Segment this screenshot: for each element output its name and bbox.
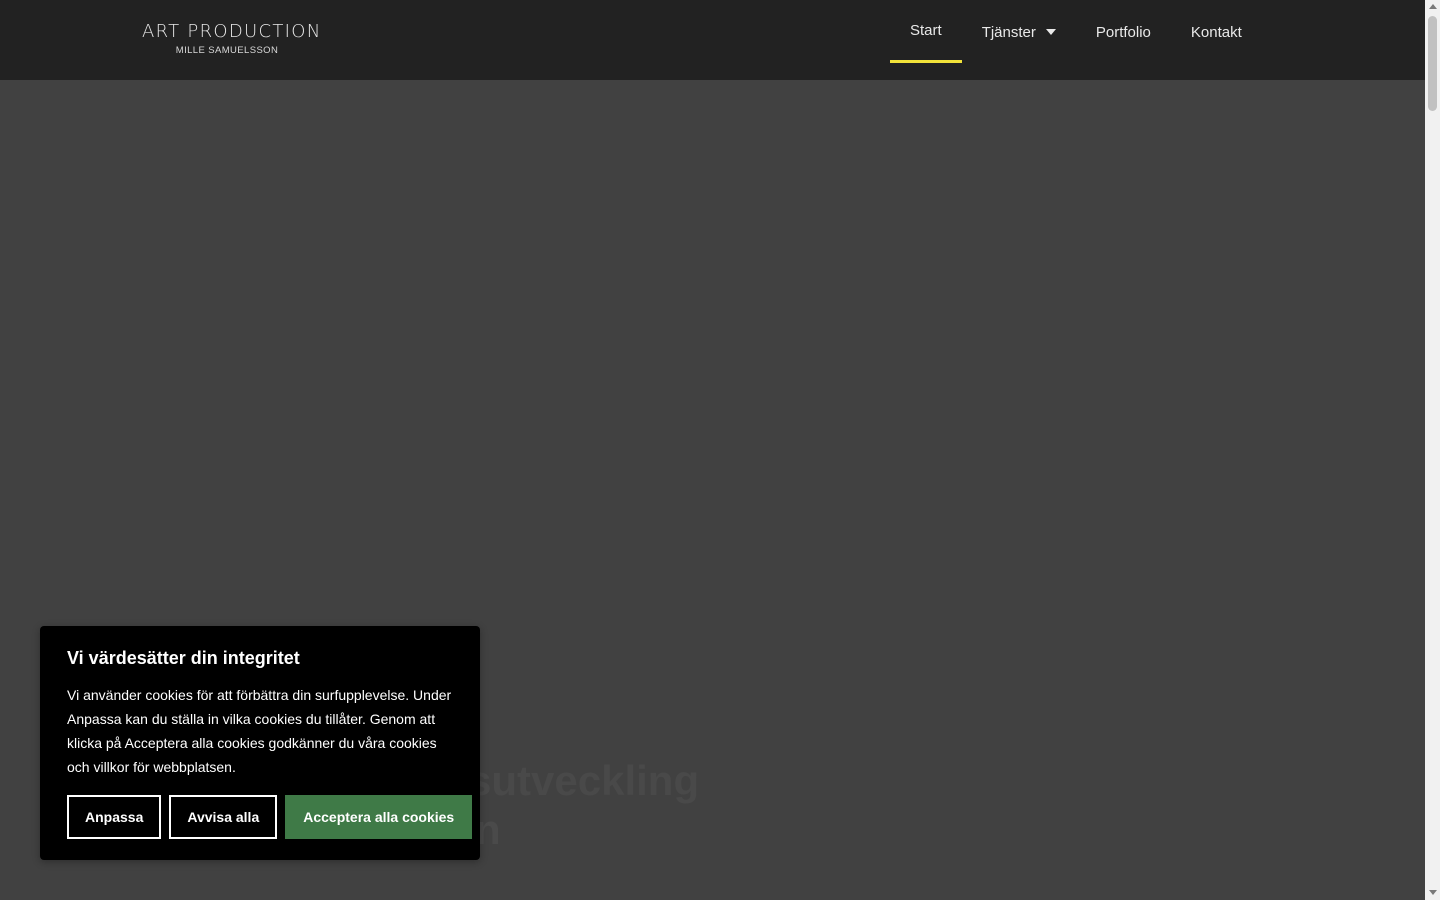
cookie-buttons: Anpassa Avvisa alla Acceptera alla cooki… xyxy=(67,795,473,839)
chevron-down-icon[interactable] xyxy=(1045,29,1056,35)
nav-item-tjanster[interactable]: Tjänster xyxy=(962,0,1076,63)
nav-item-label: Kontakt xyxy=(1190,23,1242,41)
nav-item-kontakt[interactable]: Kontakt xyxy=(1171,0,1262,63)
scrollbar-thumb[interactable] xyxy=(1428,16,1437,111)
site-logo[interactable]: ART PRODUCTION MILLE SAMUELSSON xyxy=(142,21,322,57)
cookie-consent-banner: Vi värdesätter din integritet Vi använde… xyxy=(40,626,480,860)
logo-title: ART PRODUCTION xyxy=(142,21,322,42)
customize-button[interactable]: Anpassa xyxy=(67,795,162,839)
nav-item-label: Start xyxy=(910,22,942,39)
main-nav: Start Tjänster Portfolio Kontakt xyxy=(890,0,1262,80)
logo-subtitle: MILLE SAMUELSSON xyxy=(175,45,279,56)
scroll-down-icon[interactable] xyxy=(1429,890,1437,895)
nav-item-start[interactable]: Start xyxy=(890,0,962,63)
nav-item-portfolio[interactable]: Portfolio xyxy=(1076,0,1171,63)
page: ART PRODUCTION MILLE SAMUELSSON Start Tj… xyxy=(0,0,1440,900)
cookie-title: Vi värdesätter din integritet xyxy=(67,648,300,668)
reject-all-button[interactable]: Avvisa alla xyxy=(169,795,278,839)
vertical-scrollbar[interactable] xyxy=(1425,0,1440,900)
cookie-text: Vi använder cookies för att förbättra di… xyxy=(67,687,452,775)
accept-all-button[interactable]: Acceptera alla cookies xyxy=(285,795,473,839)
scroll-up-icon[interactable] xyxy=(1429,4,1437,9)
site-header: ART PRODUCTION MILLE SAMUELSSON Start Tj… xyxy=(0,0,1425,80)
nav-item-label: Portfolio xyxy=(1095,23,1151,41)
nav-item-label: Tjänster xyxy=(981,23,1036,41)
